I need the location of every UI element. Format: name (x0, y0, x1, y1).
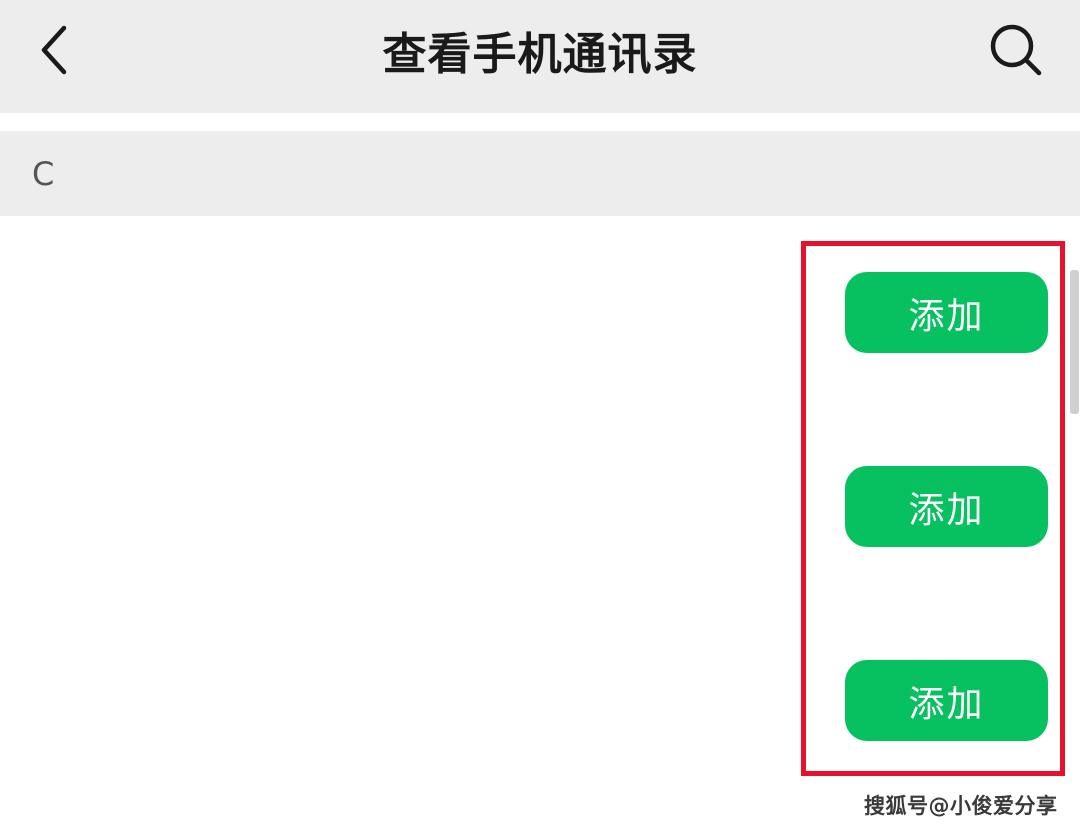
list-item: 添加 (0, 216, 1066, 410)
search-button[interactable] (980, 12, 1052, 88)
list-item: 添加 (0, 410, 1066, 604)
list-item: 添加 (0, 604, 1066, 798)
top-nav-bar: 查看手机通讯录 (0, 0, 1080, 113)
add-button[interactable]: 添加 (845, 660, 1048, 741)
add-button[interactable]: 添加 (845, 466, 1048, 547)
add-button[interactable]: 添加 (845, 272, 1048, 353)
section-index-header: C (0, 131, 1080, 216)
separator-gap (0, 113, 1080, 131)
page-title: 查看手机通讯录 (382, 29, 698, 80)
watermark-text: 搜狐号@小俊爱分享 (864, 794, 1058, 818)
section-letter: C (32, 154, 55, 193)
search-icon (990, 24, 1042, 76)
scrollbar[interactable] (1070, 270, 1079, 414)
